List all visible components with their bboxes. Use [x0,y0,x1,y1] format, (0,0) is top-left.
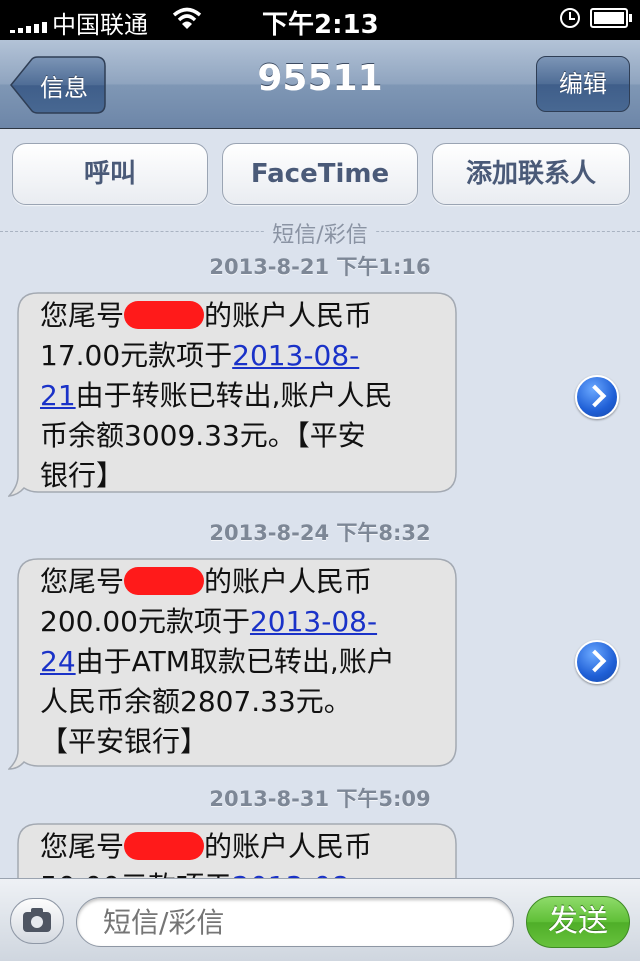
disclosure-arrow-icon[interactable] [575,640,619,684]
message-timestamp: 2013-8-24 下午8:32 [209,521,431,545]
redacted-account-number [124,832,205,860]
message-bubble[interactable]: 您尾号 的账户人民币 200.00元款项于2013-08- 24由于ATM取款已转… [8,558,458,770]
message-text: 您尾号 的账户人民币 17.00元款项于2013-08- 21由于转账已转出,账户… [40,299,393,492]
add-contact-button[interactable]: 添加联系人 [432,143,630,205]
redacted-account-number [124,301,205,329]
call-button[interactable]: 呼叫 [12,143,208,205]
date-link[interactable]: 24 [40,645,76,678]
status-bar: 中国联通 下午2:13 [0,0,640,40]
disclosure-arrow-icon[interactable] [575,375,619,419]
redacted-account-number [124,567,205,595]
back-button-label: 信息 [40,74,88,102]
edit-button[interactable]: 编辑 [536,56,630,112]
battery-icon [590,8,632,28]
message-text: 您尾号 的账户人民币 200.00元款项于2013-08- 24由于ATM取款已转… [40,565,395,758]
facetime-button[interactable]: FaceTime [222,143,418,205]
clock-icon [560,8,580,28]
message-bubble[interactable]: 您尾号 的账户人民币 17.00元款项于2013-08- 21由于转账已转出,账户… [8,292,458,502]
camera-button[interactable] [10,898,64,944]
date-link[interactable]: 2013-08- [250,605,377,638]
wifi-icon [172,7,202,29]
date-link[interactable]: 21 [40,379,76,412]
send-button[interactable]: 发送 [526,896,630,948]
message-timestamp: 2013-8-31 下午5:09 [209,787,431,811]
message-text: 您尾号的账户人民币 50.00元款项于2013-08- [40,827,444,883]
message-bubble[interactable]: 您尾号的账户人民币 50.00元款项于2013-08- [8,823,458,883]
carrier-name: 中国联通 [52,11,148,39]
message-timestamp: 2013-8-21 下午1:16 [209,255,431,279]
status-time: 下午2:13 [262,10,379,40]
back-button[interactable]: 信息 [10,56,106,114]
date-link[interactable]: 2013-08- [232,339,359,372]
signal-icon [10,22,47,33]
page-title: 95511 [257,58,383,99]
thread-type-label: 短信/彩信 [0,217,640,249]
message-input[interactable] [76,897,514,947]
